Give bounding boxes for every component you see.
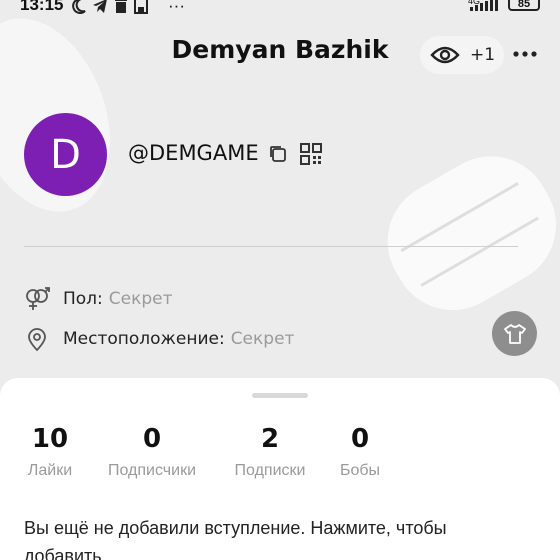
signal-icon (470, 0, 498, 11)
stat-label: Подписки (234, 462, 306, 479)
sheet-drag-handle[interactable] (252, 393, 308, 398)
qr-code-icon[interactable] (300, 143, 322, 165)
outfit-button[interactable] (492, 311, 537, 356)
location-row[interactable]: Местоположение: Секрет (24, 326, 294, 352)
save-icon (134, 0, 148, 14)
moon-icon (72, 0, 86, 14)
location-value: Секрет (230, 329, 295, 349)
more-dots-icon (513, 51, 537, 57)
location-label: Местоположение: (63, 329, 225, 349)
gender-label: Пол: (63, 289, 103, 309)
more-options-button[interactable] (508, 42, 542, 66)
stat-beans[interactable]: 0 Бобы (334, 424, 386, 480)
stat-followers[interactable]: 0 Подписчики (100, 424, 204, 480)
stat-likes[interactable]: 10 Лайки (22, 424, 78, 480)
stat-label: Бобы (339, 462, 381, 479)
intro-placeholder[interactable]: Вы ещё не добавили вступление. Нажмите, … (24, 514, 524, 560)
stat-label: Подписчики (107, 462, 196, 479)
username: @DEMGAME (128, 141, 259, 165)
shirt-icon (503, 323, 526, 344)
status-bar: 13:15 ··· 4G 85 (0, 0, 560, 20)
profile-stats-sheet: 10 Лайки 0 Подписчики 2 Подписки 0 Бобы … (0, 378, 560, 560)
views-count: +1 (470, 45, 496, 65)
stat-value: 10 (31, 424, 69, 454)
gender-icon (24, 286, 50, 312)
eye-icon (430, 46, 460, 64)
stat-value: 0 (350, 424, 370, 454)
stat-following[interactable]: 2 Подписки (228, 424, 312, 480)
status-notification-icons: ··· (72, 0, 185, 16)
status-overflow: ··· (168, 0, 185, 15)
stat-label: Лайки (27, 462, 73, 479)
gender-row[interactable]: Пол: Секрет (24, 286, 173, 312)
gender-value: Секрет (108, 289, 173, 309)
telegram-icon (93, 0, 107, 13)
views-button[interactable]: +1 (420, 36, 504, 74)
copy-icon[interactable] (268, 144, 288, 164)
stat-value: 0 (142, 424, 162, 454)
status-time: 13:15 (20, 0, 64, 14)
status-right: 85 (470, 0, 540, 11)
avatar[interactable]: D (24, 113, 107, 196)
battery-indicator: 85 (508, 0, 540, 11)
trash-icon (115, 0, 127, 13)
stat-value: 2 (260, 424, 280, 454)
divider (24, 246, 518, 247)
location-pin-icon (24, 326, 50, 352)
